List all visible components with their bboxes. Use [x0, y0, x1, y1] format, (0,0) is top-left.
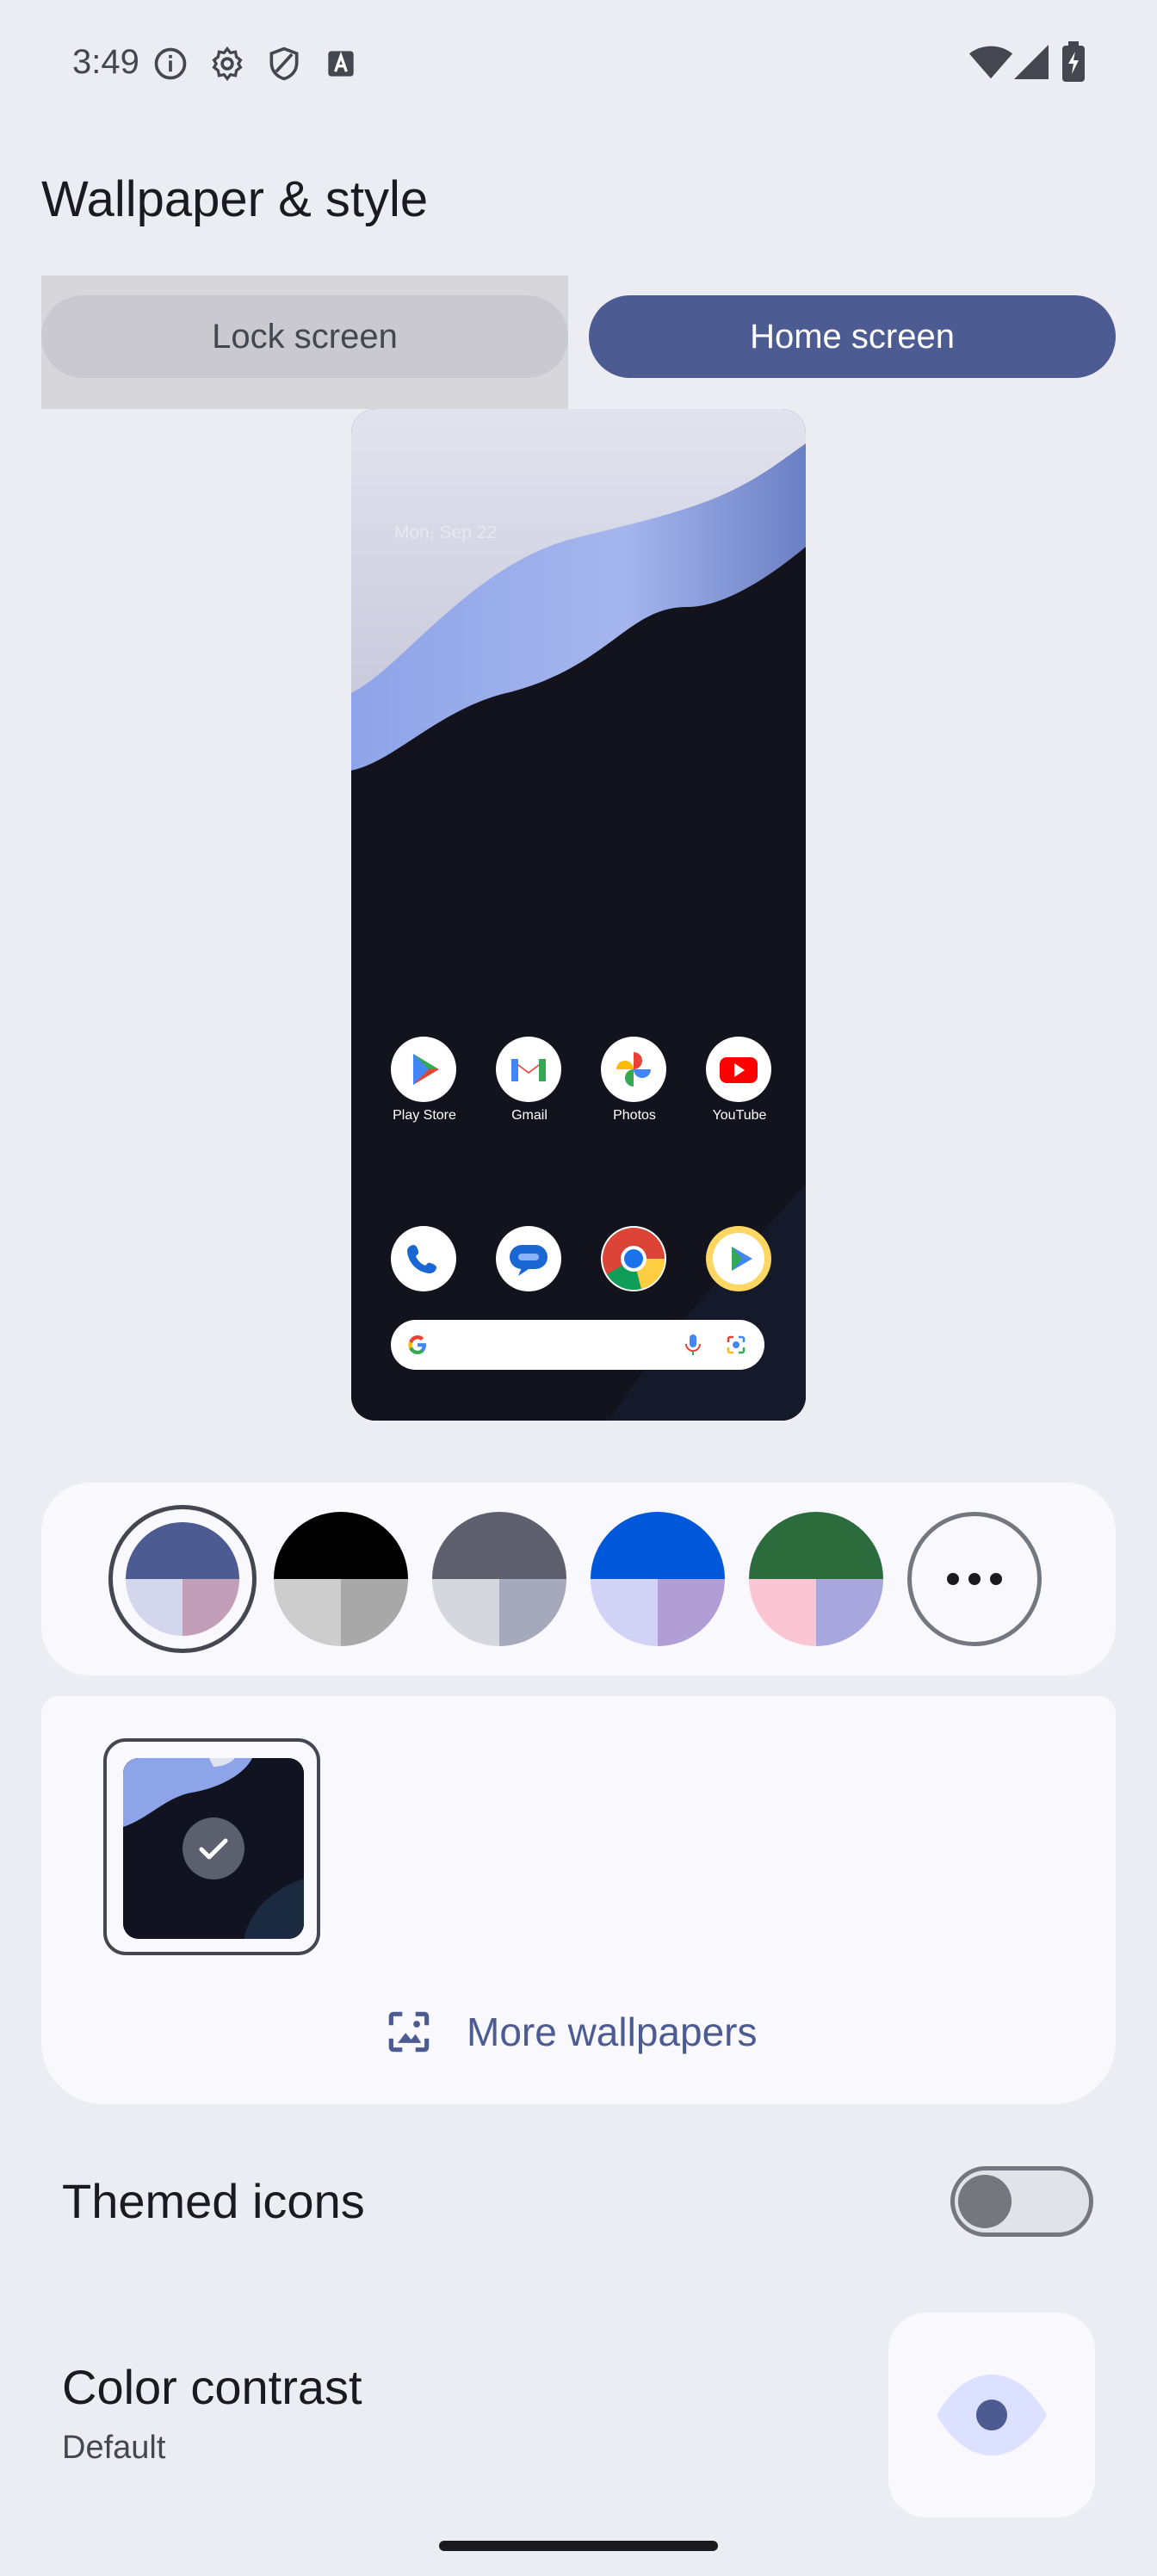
home-screen-preview[interactable]: Mon, Sep 22 Play Store Gmail Photos YouT…	[351, 409, 806, 1421]
info-icon	[154, 47, 187, 80]
page-title: Wallpaper & style	[41, 171, 429, 227]
tab-home-screen[interactable]: Home screen	[589, 295, 1116, 378]
color-swatch-1[interactable]	[126, 1522, 239, 1636]
play-store-icon[interactable]	[391, 1037, 456, 1102]
youtube-icon[interactable]	[706, 1037, 771, 1102]
eye-icon	[937, 2375, 1047, 2455]
current-wallpaper-thumbnail[interactable]	[123, 1758, 304, 1939]
gesture-nav-handle[interactable]	[439, 2541, 718, 2551]
color-contrast-label: Color contrast	[62, 2360, 362, 2414]
preview-date: Mon, Sep 22	[394, 523, 498, 542]
cell-signal-icon	[1014, 45, 1049, 79]
color-swatch-5[interactable]	[749, 1512, 883, 1646]
phone-icon[interactable]	[391, 1226, 456, 1291]
wifi-icon	[968, 46, 1013, 79]
color-contrast-value: Default	[62, 2430, 166, 2466]
more-colors-button[interactable]	[907, 1512, 1042, 1646]
app-label-play-store: Play Store	[393, 1108, 456, 1123]
gmail-icon[interactable]	[496, 1037, 561, 1102]
color-swatch-3[interactable]	[432, 1512, 566, 1646]
tab-lock-screen[interactable]: Lock screen	[41, 295, 568, 378]
shield-icon	[269, 46, 299, 81]
lens-icon	[727, 1335, 746, 1354]
chrome-icon[interactable]	[601, 1226, 666, 1291]
color-swatch-4[interactable]	[591, 1512, 725, 1646]
selected-check-badge	[183, 1817, 244, 1879]
themed-icons-label: Themed icons	[62, 2174, 365, 2228]
photos-icon[interactable]	[601, 1037, 666, 1102]
font-a-icon	[328, 51, 354, 77]
app-label-youtube: YouTube	[712, 1108, 767, 1123]
play-games-icon[interactable]	[706, 1226, 771, 1291]
google-g-icon	[408, 1335, 426, 1354]
preview-search-bar[interactable]	[391, 1320, 764, 1370]
more-horiz-icon	[947, 1573, 1002, 1585]
more-wallpapers-button[interactable]: More wallpapers	[382, 2002, 757, 2062]
status-time: 3:49	[72, 43, 139, 81]
gear-icon	[212, 46, 243, 82]
battery-charging-icon	[1062, 41, 1085, 82]
toggle-knob	[958, 2175, 1012, 2228]
app-label-photos: Photos	[613, 1108, 656, 1123]
checkmark-icon	[199, 1838, 228, 1860]
app-label-gmail: Gmail	[511, 1108, 548, 1123]
color-swatch-2[interactable]	[274, 1512, 408, 1646]
messages-icon[interactable]	[496, 1226, 561, 1291]
wallpaper-image-icon	[388, 2011, 430, 2053]
mic-icon	[685, 1334, 701, 1355]
color-contrast-button[interactable]	[888, 2313, 1095, 2517]
more-wallpapers-label: More wallpapers	[467, 2009, 758, 2054]
